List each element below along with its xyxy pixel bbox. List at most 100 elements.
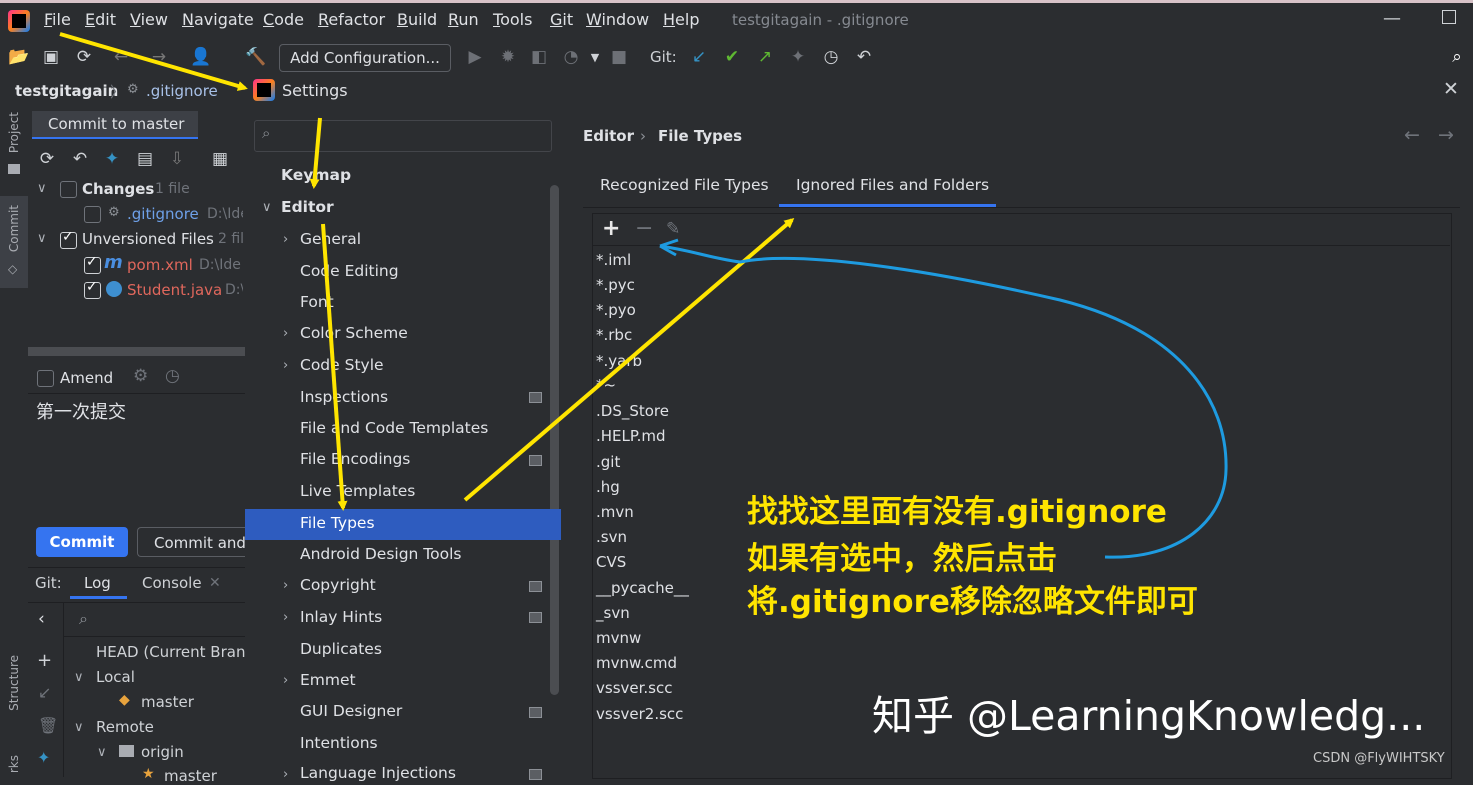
nav-file-encodings[interactable]: File Encodings bbox=[300, 450, 410, 468]
close-dialog-icon[interactable]: ✕ bbox=[1443, 78, 1459, 100]
nav-emmet[interactable]: Emmet bbox=[300, 671, 356, 689]
nav-color-scheme[interactable]: Color Scheme bbox=[300, 324, 408, 342]
local-chevron-icon[interactable]: ∨ bbox=[74, 670, 84, 685]
amend-history-icon[interactable]: ◷ bbox=[165, 366, 180, 386]
list-item[interactable]: __pycache__ bbox=[596, 579, 689, 597]
rollback-icon[interactable]: ↶ bbox=[853, 46, 875, 68]
search-everywhere-icon[interactable]: ⌕ bbox=[1446, 46, 1468, 68]
git-merge-icon[interactable]: ✦ bbox=[787, 46, 809, 68]
open-folder-icon[interactable]: 📂 bbox=[8, 46, 30, 68]
menu-help[interactable]: Help bbox=[663, 10, 699, 29]
branch-search-icon[interactable]: ⌕ bbox=[79, 609, 88, 629]
nav-general[interactable]: General bbox=[300, 230, 361, 248]
fetch-icon[interactable]: ✦ bbox=[37, 748, 50, 767]
menu-navigate[interactable]: Navigate bbox=[182, 10, 254, 29]
breadcrumb-project[interactable]: testgitagain bbox=[15, 82, 118, 100]
nav-duplicates[interactable]: Duplicates bbox=[300, 640, 382, 658]
nav-gui-designer[interactable]: GUI Designer bbox=[300, 702, 402, 720]
menu-run[interactable]: Run bbox=[448, 10, 479, 29]
inlay-hints-chevron-icon[interactable]: › bbox=[283, 610, 288, 625]
list-item[interactable]: .hg bbox=[596, 478, 620, 496]
list-item[interactable]: *.iml bbox=[596, 251, 631, 269]
editor-chevron-icon[interactable]: ∨ bbox=[262, 200, 272, 215]
nav-language-injections[interactable]: Language Injections bbox=[300, 764, 456, 782]
nav-editor[interactable]: Editor bbox=[281, 198, 334, 216]
nav-inlay-hints[interactable]: Inlay Hints bbox=[300, 608, 382, 626]
update-branch-icon[interactable]: ↙ bbox=[38, 683, 51, 702]
list-item[interactable]: *~ bbox=[596, 376, 616, 394]
list-item[interactable]: CVS bbox=[596, 553, 626, 571]
changes-chevron-icon[interactable]: ∨ bbox=[37, 181, 47, 196]
forward-icon[interactable]: → bbox=[148, 46, 170, 68]
gitignore-change-item[interactable]: .gitignore bbox=[127, 205, 199, 223]
origin-chevron-icon[interactable]: ∨ bbox=[97, 745, 107, 760]
nav-keymap[interactable]: Keymap bbox=[281, 166, 351, 184]
amend-settings-icon[interactable]: ⚙ bbox=[133, 366, 148, 386]
menu-view[interactable]: View bbox=[130, 10, 168, 29]
head-branch-item[interactable]: HEAD (Current Branc bbox=[96, 643, 245, 661]
changes-checkbox[interactable] bbox=[60, 181, 77, 198]
delete-branch-icon[interactable]: 🗑 bbox=[38, 716, 58, 735]
git-console-tab[interactable]: Console bbox=[142, 574, 202, 592]
nav-code-editing[interactable]: Code Editing bbox=[300, 262, 399, 280]
run-icon[interactable]: ▶ bbox=[464, 46, 486, 68]
list-item[interactable]: *.pyo bbox=[596, 301, 636, 319]
pom-checkbox[interactable] bbox=[84, 254, 101, 274]
menu-build[interactable]: Build bbox=[397, 10, 437, 29]
remote-branches-node[interactable]: Remote bbox=[96, 718, 154, 736]
general-chevron-icon[interactable]: › bbox=[283, 232, 288, 247]
nav-inspections[interactable]: Inspections bbox=[300, 388, 388, 406]
menu-refactor[interactable]: Refactor bbox=[318, 10, 385, 29]
list-item[interactable]: .HELP.md bbox=[596, 427, 666, 445]
color-scheme-chevron-icon[interactable]: › bbox=[283, 326, 288, 341]
refresh-icon[interactable]: ⟳ bbox=[36, 148, 58, 170]
menu-code[interactable]: Code bbox=[263, 10, 304, 29]
tab-recognized-file-types[interactable]: Recognized File Types bbox=[600, 176, 769, 194]
list-item[interactable]: *.yarb bbox=[596, 352, 642, 370]
collapse-panel-icon[interactable]: ‹ bbox=[38, 609, 45, 629]
breadcrumb-file[interactable]: .gitignore bbox=[146, 82, 218, 100]
amend-checkbox[interactable] bbox=[37, 370, 54, 387]
list-item[interactable]: .svn bbox=[596, 528, 627, 546]
nav-copyright[interactable]: Copyright bbox=[300, 576, 376, 594]
group-by-icon[interactable]: ▦ bbox=[209, 148, 231, 170]
list-item[interactable]: .git bbox=[596, 453, 620, 471]
user-icon[interactable]: 👤 bbox=[190, 46, 212, 68]
git-commit-icon[interactable]: ✔ bbox=[721, 46, 743, 68]
back-icon[interactable]: ← bbox=[110, 46, 132, 68]
history-icon[interactable]: ◷ bbox=[820, 46, 842, 68]
student-java-item[interactable]: Student.java bbox=[127, 281, 222, 299]
project-tool-button[interactable]: Project bbox=[7, 112, 21, 153]
structure-tool-button[interactable]: Structure bbox=[7, 655, 21, 711]
add-configuration-button[interactable]: Add Configuration... bbox=[279, 44, 451, 72]
list-item[interactable]: *.pyc bbox=[596, 276, 635, 294]
close-console-icon[interactable]: ✕ bbox=[209, 575, 221, 591]
local-branches-node[interactable]: Local bbox=[96, 668, 135, 686]
code-style-chevron-icon[interactable]: › bbox=[283, 358, 288, 373]
gitignore-checkbox[interactable] bbox=[84, 206, 101, 223]
nav-code-style[interactable]: Code Style bbox=[300, 356, 384, 374]
menu-git[interactable]: Git bbox=[550, 10, 573, 29]
new-branch-icon[interactable]: + bbox=[37, 650, 52, 671]
remote-chevron-icon[interactable]: ∨ bbox=[74, 720, 84, 735]
git-push-icon[interactable]: ↗ bbox=[754, 46, 776, 68]
commit-button[interactable]: Commit bbox=[36, 527, 128, 557]
commit-and-push-button[interactable]: Commit and bbox=[137, 527, 245, 557]
shelve-icon[interactable]: ▤ bbox=[134, 148, 156, 170]
bookmarks-tool-button[interactable]: rks bbox=[7, 755, 21, 773]
list-item[interactable]: *.rbc bbox=[596, 326, 632, 344]
unversioned-chevron-icon[interactable]: ∨ bbox=[37, 231, 47, 246]
emmet-chevron-icon[interactable]: › bbox=[283, 673, 288, 688]
tab-ignored-files-folders[interactable]: Ignored Files and Folders bbox=[796, 176, 989, 194]
menu-window[interactable]: Window bbox=[586, 10, 649, 29]
nav-forward-icon[interactable]: → bbox=[1438, 124, 1454, 146]
nav-font[interactable]: Font bbox=[300, 293, 334, 311]
commit-message-field[interactable]: 第一次提交 bbox=[36, 398, 126, 424]
nav-intentions[interactable]: Intentions bbox=[300, 734, 378, 752]
run-dropdown-icon[interactable]: ▼ bbox=[584, 46, 606, 68]
content-breadcrumb-parent[interactable]: Editor bbox=[583, 127, 634, 145]
update-project-icon[interactable]: ✦ bbox=[101, 148, 123, 170]
nav-android-design-tools[interactable]: Android Design Tools bbox=[300, 545, 461, 563]
download-icon[interactable]: ⇩ bbox=[166, 148, 188, 170]
nav-back-icon[interactable]: ← bbox=[1404, 124, 1420, 146]
